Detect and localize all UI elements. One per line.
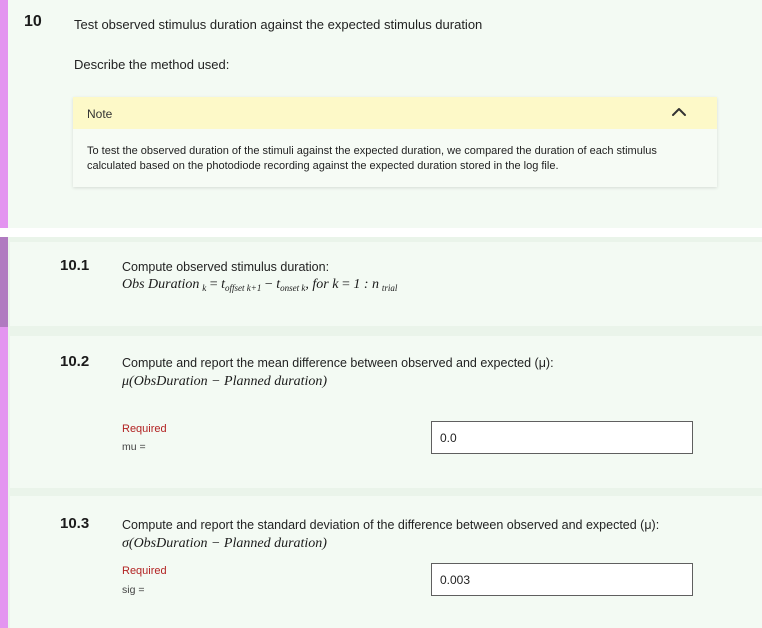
sig-input[interactable] [431,563,693,596]
subsection-number: 10.2 [60,353,90,370]
formula-obs-duration: Obs Duration k = toffset k+1 − tonset k,… [122,277,398,293]
variable-label: mu = [122,441,146,453]
subsection-title: Compute and report the standard deviatio… [122,518,660,532]
note-panel: Note To test the observed duration of th… [73,97,717,187]
variable-label: sig = [122,584,145,596]
required-label: Required [122,423,167,435]
formula-mean-difference: μ(ObsDuration − Planned duration) [122,374,328,389]
subsection-10-1: 10.1 Compute observed stimulus duration:… [10,242,762,326]
note-label: Note [87,107,113,121]
subsection-accent-bar-active [0,237,8,327]
required-label: Required [122,565,167,577]
section-number: 10 [24,13,42,30]
subsection-accent-bar [0,327,8,628]
formula-std-deviation: σ(ObsDuration − Planned duration) [122,536,327,551]
subsection-number: 10.3 [60,515,90,532]
note-body: To test the observed duration of the sti… [87,145,657,172]
chevron-up-icon[interactable] [671,105,687,119]
subsection-10-2: 10.2 Compute and report the mean differe… [10,336,762,488]
section-accent-bar [0,0,8,228]
note-header[interactable]: Note [73,97,717,129]
section-title: Test observed stimulus duration against … [74,17,483,32]
subsection-10-3: 10.3 Compute and report the standard dev… [10,496,762,628]
subsection-title: Compute observed stimulus duration: [122,260,330,274]
mu-input[interactable] [431,421,693,454]
describe-method-label: Describe the method used: [74,57,230,72]
subsection-number: 10.1 [60,257,90,274]
section-10: 10 Test observed stimulus duration again… [0,0,762,228]
subsection-title: Compute and report the mean difference b… [122,356,554,370]
